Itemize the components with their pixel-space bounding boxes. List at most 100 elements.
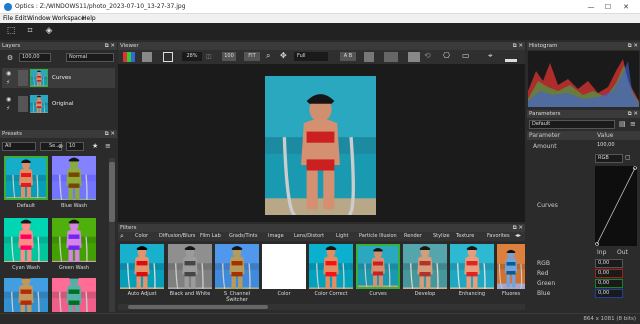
zoom-field[interactable]: 28%	[182, 52, 202, 61]
canvas-area[interactable]	[118, 64, 525, 222]
preset-thumbnail[interactable]	[52, 278, 96, 312]
reset-icon[interactable]: ▢	[625, 154, 631, 161]
tab-grads[interactable]: Grads/Tints	[229, 233, 257, 239]
blue-value[interactable]: 0,00	[595, 289, 623, 298]
filter-thumbnail[interactable]	[262, 244, 306, 289]
preset-thumbnail[interactable]	[4, 156, 48, 200]
tab-stylize[interactable]: Stylize	[433, 233, 450, 239]
green-row-label: Green	[537, 280, 556, 287]
tabs-scroll-icon[interactable]: ◂▸	[515, 232, 521, 239]
panel-controls-icon[interactable]: ⧉ ✕	[513, 42, 523, 50]
layer-thumb-image	[31, 70, 47, 86]
tab-film-lab[interactable]: Film Lab	[200, 233, 221, 239]
filter-thumbnail[interactable]	[450, 244, 494, 289]
split-view-icon[interactable]	[364, 52, 374, 62]
close-button[interactable]: ✕	[621, 2, 631, 12]
zoom-100-button[interactable]: 100	[222, 52, 236, 61]
tab-color[interactable]: Color	[135, 233, 148, 239]
background-icon[interactable]	[142, 52, 152, 62]
pan-icon[interactable]: ✥	[280, 51, 287, 60]
curves-editor[interactable]	[595, 166, 637, 246]
panel-controls-icon[interactable]: ⧉ ✕	[628, 110, 638, 118]
search-icon[interactable]: ⌕	[120, 232, 124, 241]
zoom-icon[interactable]: ⌕	[266, 51, 270, 61]
filter-thumbnail[interactable]	[403, 244, 447, 289]
save-preset-icon[interactable]: ▤	[619, 120, 626, 128]
preset-category-select[interactable]: All	[2, 142, 36, 151]
crosshair-icon[interactable]: ⌖	[488, 51, 493, 61]
amount-field[interactable]: 100,00	[595, 142, 621, 151]
before-after-icon[interactable]	[408, 52, 420, 62]
channels-icon[interactable]	[123, 52, 135, 62]
filter-thumbnail[interactable]	[168, 244, 212, 289]
fit-frame-icon[interactable]	[163, 52, 173, 62]
tab-light[interactable]: Light	[336, 233, 348, 239]
menu-help[interactable]: Help	[82, 15, 96, 22]
tab-particle[interactable]: Particle Illusion	[359, 233, 397, 239]
panel-controls-icon[interactable]: ⧉ ✕	[105, 130, 115, 138]
visibility-icon[interactable]: ◉	[6, 96, 11, 103]
menu-file[interactable]: File	[3, 15, 13, 22]
layer-row[interactable]: ◉ ⚡ Curves	[2, 68, 115, 88]
filter-thumbnail[interactable]	[356, 244, 400, 289]
navigate-tool-icon[interactable]: ◈	[43, 25, 55, 37]
main-image[interactable]	[265, 76, 376, 215]
tab-texture[interactable]: Texture	[456, 233, 474, 239]
crop-tool-icon[interactable]: ⌗	[24, 25, 36, 37]
select-tool-icon[interactable]: ⬚	[5, 25, 17, 37]
tab-favorites[interactable]: Favorites	[487, 233, 510, 239]
filter-thumbnail[interactable]	[497, 244, 525, 289]
lock-icon[interactable]: ⚡	[6, 79, 10, 86]
layer-opacity-field[interactable]: 100,00	[19, 53, 51, 62]
panel-controls-icon[interactable]: ⧉ ✕	[628, 42, 638, 50]
list-menu-icon[interactable]: ≡	[105, 142, 111, 150]
layer-settings-icon[interactable]: ⚙	[5, 52, 15, 62]
snapshot-icon[interactable]: ⎔	[443, 51, 450, 60]
filter-thumbnail[interactable]	[120, 244, 164, 289]
lock-icon[interactable]: ⚡	[6, 105, 10, 112]
tab-image[interactable]: Image	[268, 233, 284, 239]
tab-render[interactable]: Render	[404, 233, 422, 239]
green-value[interactable]: 0,00	[595, 279, 623, 288]
preset-thumbnail[interactable]	[4, 218, 48, 262]
viewer-toolbar: 28% ◫ 100 FIT ⌕ ✥ Full A B ⟲ ⎔ ▭ ⌖	[118, 50, 525, 64]
panel-controls-icon[interactable]: ⧉ ✕	[513, 224, 523, 232]
viewer-panel: Viewer ⧉ ✕ 28% ◫ 100 FIT ⌕ ✥ Full A B ⟲ …	[118, 42, 525, 222]
tab-lens[interactable]: Lens/Distort	[294, 233, 324, 239]
maximize-button[interactable]: ☐	[603, 2, 613, 12]
ab-compare-button[interactable]: A B	[340, 52, 356, 61]
blend-mode-select[interactable]: Normal	[66, 53, 114, 62]
undo-icon[interactable]: ⟲	[424, 51, 431, 60]
thumb-size-field[interactable]: 10	[66, 142, 84, 151]
histogram-graph	[528, 51, 639, 107]
filter-thumbnail[interactable]	[309, 244, 353, 289]
preset-menu-icon[interactable]: ≡	[630, 120, 636, 128]
clear-search-icon[interactable]: ⊗	[58, 143, 63, 150]
menu-window[interactable]: Window	[27, 15, 51, 22]
parameter-preset-select[interactable]: Default	[529, 120, 615, 129]
preset-thumbnail[interactable]	[52, 156, 96, 200]
view-mode-select[interactable]: Full	[294, 52, 328, 61]
channel-select[interactable]: RGB	[595, 154, 623, 163]
red-value[interactable]: 0,00	[595, 269, 623, 278]
minimize-button[interactable]: —	[586, 2, 596, 12]
tab-diffusion[interactable]: Diffusion/Blurs	[159, 233, 195, 239]
filter-thumbnail[interactable]	[215, 244, 259, 289]
zoom-dropdown-icon[interactable]: ◫	[206, 53, 212, 60]
rgb-value[interactable]: 0,00	[595, 259, 623, 268]
histogram-toggle-icon[interactable]	[505, 52, 517, 62]
menu-workspace[interactable]: Workspace	[52, 15, 85, 22]
compare-mode-icon[interactable]	[384, 52, 398, 62]
monitor-icon[interactable]: ▭	[462, 51, 470, 60]
zoom-fit-button[interactable]: FIT	[244, 52, 260, 61]
presets-scrollbar[interactable]	[109, 158, 115, 312]
panel-controls-icon[interactable]: ⧉ ✕	[105, 42, 115, 50]
visibility-icon[interactable]: ◉	[6, 70, 11, 77]
favorite-star-icon[interactable]: ★	[92, 142, 98, 150]
filters-scrollbar[interactable]	[118, 304, 525, 310]
red-row-label: Red	[537, 270, 549, 277]
menu-edit[interactable]: Edit	[15, 15, 27, 22]
layer-row[interactable]: ◉ ⚡ Original	[2, 94, 115, 114]
preset-thumbnail[interactable]	[52, 218, 96, 262]
preset-thumbnail[interactable]	[4, 278, 48, 312]
